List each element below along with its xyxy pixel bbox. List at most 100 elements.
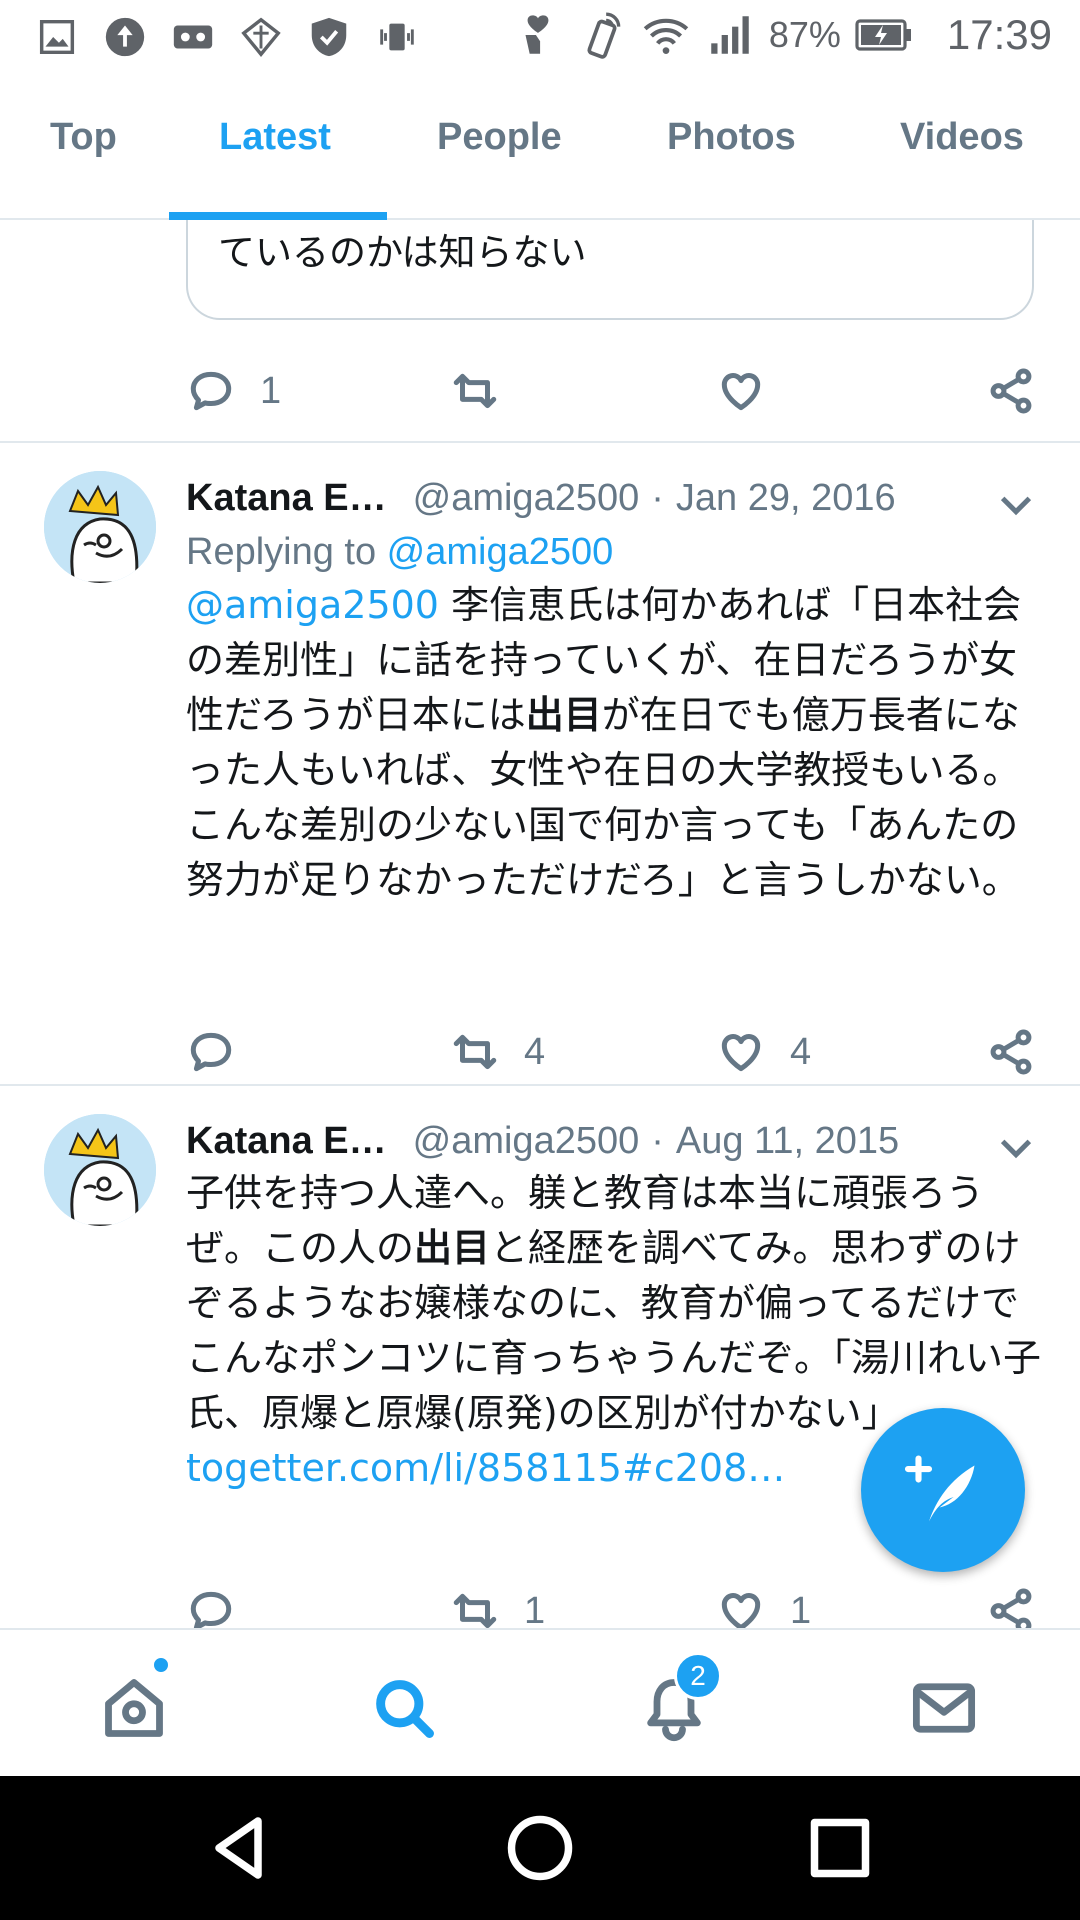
status-bar: 87% 17:39 [0,0,1080,78]
share-button[interactable] [986,366,1036,416]
reply-button[interactable]: 1 [186,366,281,416]
messages-icon [912,1683,976,1733]
separator-dot: · [651,1120,664,1162]
share-button[interactable] [986,1586,1036,1628]
like-count: 4 [790,1030,812,1073]
chevron-down-icon [1000,1139,1032,1159]
retweet-icon [453,1034,497,1070]
share-icon [990,1029,1032,1075]
retweet-button[interactable] [450,366,500,416]
tab-videos[interactable]: Videos [900,116,1024,159]
bottom-navigation [0,1628,1080,1776]
reply-count: 1 [260,369,282,412]
vibrate-icon [380,23,414,51]
nav-messages[interactable] [910,1674,978,1742]
vpn-icon [241,17,281,57]
tweet-menu-button[interactable] [996,1128,1036,1168]
reply-icon [190,1032,232,1072]
retweet-icon [453,1593,497,1628]
wifi-icon [643,18,689,54]
heart-icon [721,373,761,411]
replying-to-mention[interactable]: @amiga2500 [387,531,614,573]
tab-people[interactable]: People [437,116,562,159]
tweet-menu-button[interactable] [996,485,1036,525]
share-icon [990,1588,1032,1628]
reply-icon [190,371,232,411]
home-new-indicator [152,1656,170,1674]
upload-icon [105,17,145,57]
replying-to-label: Replying to [186,531,387,573]
search-highlight: 出目 [414,1226,491,1270]
tweet-actions: 4 4 [186,1027,1036,1087]
nav-search[interactable] [370,1674,438,1742]
reply-button[interactable] [186,1586,236,1628]
system-recents-button[interactable] [804,1812,876,1884]
crown-ghost-avatar-icon [44,471,156,583]
retweet-button[interactable]: 4 [450,1027,545,1077]
active-tab-indicator [169,212,387,220]
username[interactable]: @amiga2500 [413,477,640,520]
shield-icon [311,17,347,57]
heart-icon [721,1034,761,1072]
tweet-actions: 1 [186,366,1036,426]
tweet-date[interactable]: Aug 11, 2015 [676,1120,899,1163]
tap-icon [587,12,621,59]
system-navigation-bar [0,1776,1080,1920]
avatar[interactable] [44,1114,156,1226]
tweet-header: Katana E… @amiga2500 · Aug 11, 2015 [186,1120,1036,1172]
tweet-header: Katana E… @amiga2500 · Jan 29, 2016 [186,477,1036,529]
username[interactable]: @amiga2500 [413,1120,640,1163]
avatar[interactable] [44,471,156,583]
tweet-text: @amiga2500 李信恵氏は何かあれば「日本社会の差別性」に話を持っていくが… [186,578,1046,908]
quoted-tweet-text: ているのかは知らない [218,231,587,274]
display-name[interactable]: Katana E… [186,1120,387,1163]
separator-dot: · [651,477,664,519]
screen: 87% 17:39 Top Latest People Photos Video… [0,0,1080,1920]
recents-square-icon [810,1818,870,1878]
heart-icon [721,1593,761,1628]
display-name[interactable]: Katana E… [186,477,387,520]
retweet-count: 1 [524,1589,546,1629]
search-icon [376,1680,434,1738]
like-count: 1 [790,1589,812,1629]
replying-to: Replying to @amiga2500 [186,531,613,574]
system-home-button[interactable] [504,1812,576,1884]
search-tabs: Top Latest People Photos Videos [0,78,1080,220]
image-icon [39,19,75,55]
notification-badge: 2 [674,1652,722,1700]
reply-icon [190,1591,232,1628]
tab-top[interactable]: Top [50,116,117,159]
retweet-count: 4 [524,1030,546,1073]
like-button[interactable]: 4 [716,1027,811,1077]
tab-photos[interactable]: Photos [667,116,796,159]
like-button[interactable] [716,366,766,416]
system-back-button[interactable] [204,1812,276,1884]
battery-percent: 87% [768,14,841,55]
tweet-date[interactable]: Jan 29, 2016 [676,477,896,520]
home-circle-icon [507,1815,573,1881]
voicemail-icon [173,25,213,49]
reply-button[interactable] [186,1027,236,1077]
crown-ghost-avatar-icon [44,1114,156,1226]
home-icon [105,1679,163,1737]
clock: 17:39 [946,11,1052,58]
mention-link[interactable]: @amiga2500 [186,583,439,627]
status-system-icons: 87% 17:39 [513,10,1052,60]
nav-home[interactable] [100,1674,168,1742]
share-button[interactable] [986,1027,1036,1077]
tweet-divider [0,1084,1080,1086]
share-icon [990,368,1032,414]
signal-icon [711,16,749,54]
heart-hand-icon [525,15,549,54]
tweet-actions: 1 1 [186,1586,1036,1628]
tweet-link[interactable]: togetter.com/li/858115#c208… [186,1446,785,1490]
status-notification-icons [34,14,420,60]
chevron-down-icon [1000,496,1032,516]
compose-tweet-button[interactable] [861,1408,1025,1572]
tab-latest[interactable]: Latest [219,116,331,159]
quoted-tweet-card[interactable]: ているのかは知らない [186,220,1034,320]
back-triangle-icon [215,1817,262,1879]
retweet-button[interactable]: 1 [450,1586,545,1628]
like-button[interactable]: 1 [716,1586,811,1628]
compose-feather-icon [904,1455,975,1522]
